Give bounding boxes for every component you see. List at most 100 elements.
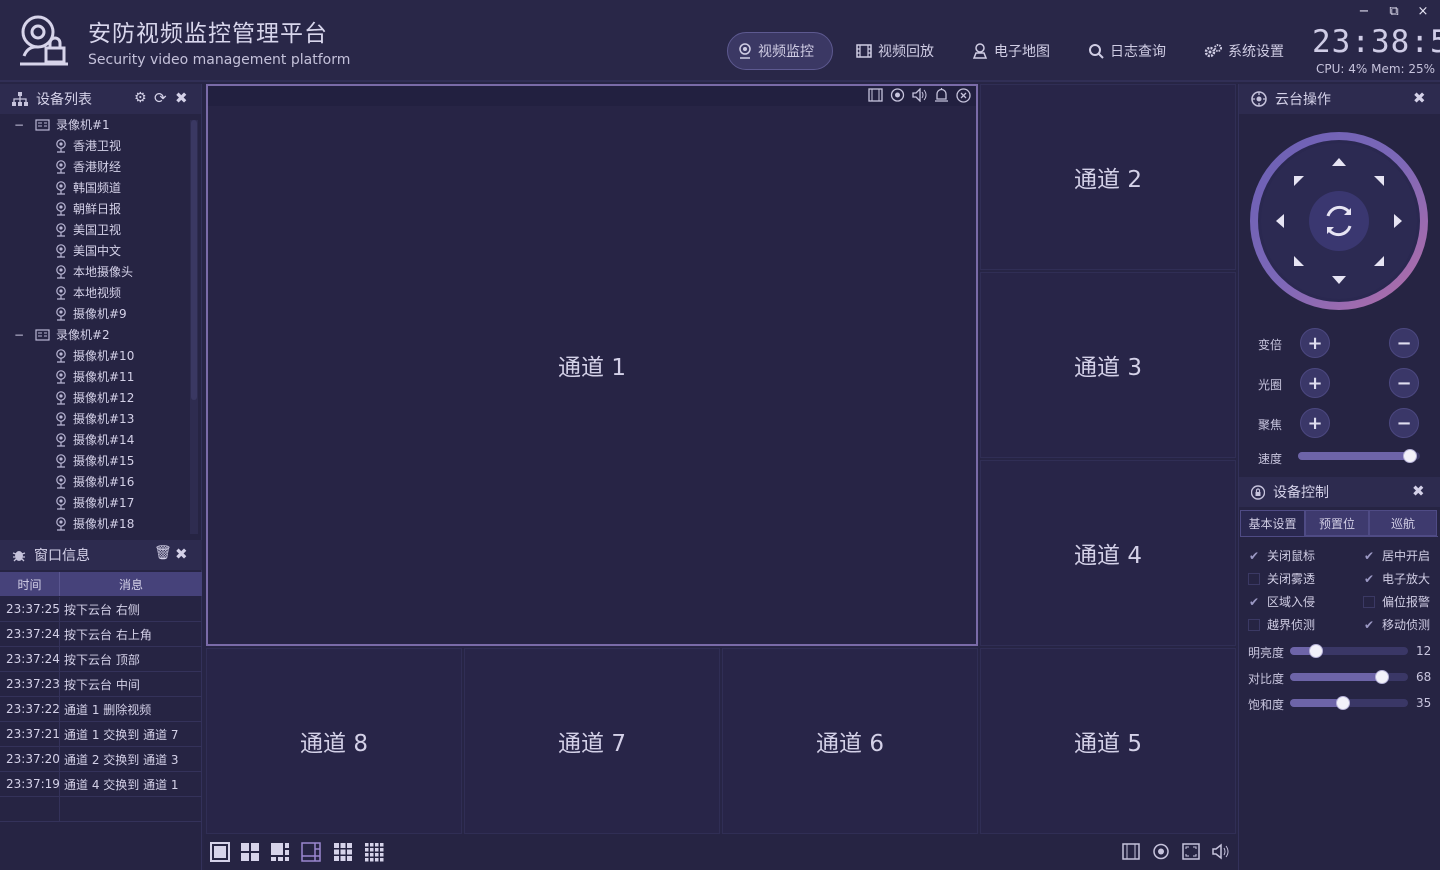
layout-1-icon[interactable] bbox=[210, 842, 230, 862]
gear-icon[interactable]: ⚙ bbox=[134, 90, 147, 106]
minimize-button[interactable]: − bbox=[1355, 4, 1373, 19]
channel-7-view[interactable]: 通道 7 bbox=[464, 648, 720, 834]
channel-5-view[interactable]: 通道 5 bbox=[980, 648, 1236, 834]
focus-plus-button[interactable]: + bbox=[1300, 408, 1330, 438]
ptz-direction-pad[interactable] bbox=[1248, 130, 1430, 312]
option-checkbox[interactable]: ✔ 移动侦测 bbox=[1363, 616, 1430, 633]
tree-item-camera[interactable]: 香港卫视 bbox=[0, 135, 190, 156]
tree-item-camera[interactable]: 摄像机#12 bbox=[0, 387, 190, 408]
trash-icon[interactable]: 🗑 bbox=[154, 545, 172, 561]
zoom-minus-button[interactable]: − bbox=[1389, 328, 1419, 358]
speaker-icon[interactable] bbox=[912, 88, 927, 102]
alarm-icon[interactable] bbox=[934, 88, 949, 102]
focus-minus-button[interactable]: − bbox=[1389, 408, 1419, 438]
tree-item-camera[interactable]: 本地摄像头 bbox=[0, 261, 190, 282]
device-tree: − 录像机#1 香港卫视 香港财经 韩国频道 朝鲜日报 美国卫视 美国中文 本地摄像头 本地视频摄… bbox=[0, 114, 190, 534]
channel-8-view[interactable]: 通道 8 bbox=[206, 648, 462, 834]
tree-item-label: 香港财经 bbox=[73, 160, 122, 174]
recorder-icon bbox=[35, 328, 50, 341]
camera-icon bbox=[56, 264, 66, 279]
camera-icon bbox=[56, 222, 66, 237]
tree-item-camera[interactable]: 本地视频 bbox=[0, 282, 190, 303]
image-slider-value: 68 bbox=[1416, 670, 1432, 684]
close-icon[interactable]: ✖ bbox=[1412, 482, 1425, 500]
collapse-toggle-icon[interactable]: − bbox=[14, 118, 28, 132]
channel-1-view[interactable]: 通道 1 bbox=[206, 84, 978, 646]
tree-item-camera[interactable]: 摄像机#18 bbox=[0, 513, 190, 534]
layout-9-icon[interactable] bbox=[333, 842, 353, 862]
option-checkbox[interactable]: ✔ 居中开启 bbox=[1363, 547, 1430, 564]
snapshot-icon[interactable] bbox=[890, 88, 905, 102]
log-message: 按下云台 右上角 bbox=[64, 627, 152, 642]
recorder-icon bbox=[35, 118, 50, 131]
collapse-toggle-icon[interactable]: − bbox=[14, 328, 28, 342]
layout-8-icon[interactable] bbox=[301, 842, 321, 862]
option-checkbox[interactable]: ✔ 关闭鼠标 bbox=[1248, 547, 1315, 564]
fullscreen-icon[interactable] bbox=[1182, 843, 1200, 860]
window-info-title: 窗口信息 bbox=[34, 548, 90, 564]
tree-item-camera[interactable]: 摄像机#15 bbox=[0, 450, 190, 471]
tree-item-camera[interactable]: 香港财经 bbox=[0, 156, 190, 177]
tree-item-camera[interactable]: 摄像机#13 bbox=[0, 408, 190, 429]
option-checkbox[interactable]: ✔ 区域入侵 bbox=[1248, 593, 1315, 610]
checkbox-empty-icon bbox=[1363, 595, 1375, 608]
close-circle-icon[interactable] bbox=[956, 88, 971, 103]
image-slider[interactable] bbox=[1290, 647, 1408, 655]
option-checkbox[interactable]: 关闭雾透 bbox=[1248, 570, 1315, 587]
tree-item-label: 摄像机#10 bbox=[73, 349, 135, 363]
ptz-header: 云台操作 ✖ bbox=[1239, 84, 1440, 114]
tree-item-camera[interactable]: 摄像机#14 bbox=[0, 429, 190, 450]
tree-item-camera[interactable]: 摄像机#10 bbox=[0, 345, 190, 366]
iris-minus-button[interactable]: − bbox=[1389, 368, 1419, 398]
close-button[interactable]: × bbox=[1414, 4, 1432, 19]
channel-2-view[interactable]: 通道 2 bbox=[980, 84, 1236, 270]
channel-6-view[interactable]: 通道 6 bbox=[722, 648, 978, 834]
nav-video-monitor[interactable]: 视频监控 bbox=[727, 32, 833, 70]
zoom-plus-button[interactable]: + bbox=[1300, 328, 1330, 358]
layout-16-icon[interactable] bbox=[364, 842, 384, 862]
tree-group-recorder[interactable]: − 录像机#2 bbox=[0, 324, 190, 345]
channel-3-view[interactable]: 通道 3 bbox=[980, 272, 1236, 458]
tree-scrollbar[interactable] bbox=[190, 120, 198, 534]
tab-basic-settings[interactable]: 基本设置 bbox=[1240, 510, 1305, 536]
refresh-icon[interactable]: ⟳ bbox=[154, 89, 167, 107]
close-icon[interactable]: ✖ bbox=[175, 89, 188, 107]
iris-label: 光圈 bbox=[1258, 378, 1283, 392]
option-label: 越界侦测 bbox=[1267, 618, 1316, 632]
tree-item-camera[interactable]: 摄像机#9 bbox=[0, 303, 190, 324]
camera-icon bbox=[56, 516, 66, 531]
record-icon[interactable] bbox=[868, 88, 883, 102]
log-message: 通道 1 删除视频 bbox=[64, 702, 152, 717]
snapshot-all-icon[interactable] bbox=[1152, 843, 1170, 860]
layout-6-icon[interactable] bbox=[270, 842, 290, 862]
image-slider[interactable] bbox=[1290, 673, 1408, 681]
volume-icon[interactable] bbox=[1212, 843, 1230, 860]
log-time: 23:37:24 bbox=[0, 647, 60, 671]
iris-plus-button[interactable]: + bbox=[1300, 368, 1330, 398]
nav-video-playback[interactable]: 视频回放 bbox=[846, 32, 944, 70]
tree-item-camera[interactable]: 美国中文 bbox=[0, 240, 190, 261]
channel-4-view[interactable]: 通道 4 bbox=[980, 460, 1236, 646]
tree-item-camera[interactable]: 摄像机#11 bbox=[0, 366, 190, 387]
tree-item-camera[interactable]: 摄像机#17 bbox=[0, 492, 190, 513]
tree-item-camera[interactable]: 摄像机#16 bbox=[0, 471, 190, 492]
restore-button[interactable]: ⧉ bbox=[1385, 4, 1403, 19]
close-icon[interactable]: ✖ bbox=[1413, 89, 1426, 107]
close-icon[interactable]: ✖ bbox=[175, 545, 188, 563]
record-all-icon[interactable] bbox=[1122, 843, 1140, 860]
tree-item-camera[interactable]: 朝鲜日报 bbox=[0, 198, 190, 219]
option-checkbox[interactable]: 越界侦测 bbox=[1248, 616, 1315, 633]
checkbox-empty-icon bbox=[1248, 618, 1260, 631]
option-checkbox[interactable]: ✔ 电子放大 bbox=[1363, 570, 1430, 587]
speed-slider[interactable] bbox=[1298, 452, 1420, 460]
tree-item-camera[interactable]: 美国卫视 bbox=[0, 219, 190, 240]
option-checkbox[interactable]: 偏位报警 bbox=[1363, 593, 1430, 610]
nav-log-query[interactable]: 日志查询 bbox=[1078, 32, 1176, 70]
nav-system-settings[interactable]: 系统设置 bbox=[1194, 32, 1294, 70]
tree-group-recorder[interactable]: − 录像机#1 bbox=[0, 114, 190, 135]
tree-item-camera[interactable]: 韩国频道 bbox=[0, 177, 190, 198]
layout-4-icon[interactable] bbox=[240, 842, 260, 862]
tab-presets[interactable]: 预置位 bbox=[1305, 510, 1369, 536]
nav-e-map[interactable]: 电子地图 bbox=[962, 32, 1060, 70]
tab-cruise[interactable]: 巡航 bbox=[1369, 510, 1437, 536]
